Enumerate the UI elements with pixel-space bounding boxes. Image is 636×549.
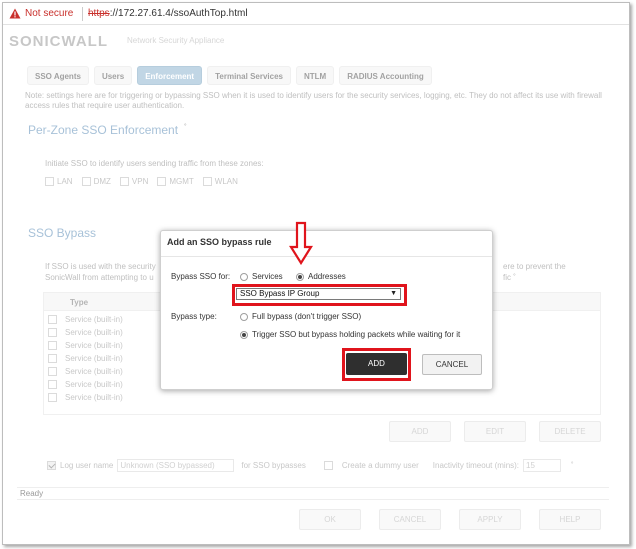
security-status[interactable]: Not secure [25, 8, 73, 19]
url-scheme: https [88, 8, 110, 19]
dialog-divider [161, 256, 492, 257]
services-radio-option[interactable]: Services [240, 272, 283, 281]
full-bypass-label: Full bypass (don't trigger SSO) [252, 312, 362, 321]
down-arrow-annotation-icon [289, 221, 313, 265]
full-bypass-radio[interactable] [240, 312, 248, 321]
warning-icon [9, 8, 21, 19]
bypass-type-label: Bypass type: [171, 312, 217, 321]
addresses-radio[interactable] [296, 272, 304, 281]
addresses-radio-option[interactable]: Addresses [296, 272, 346, 281]
dialog-add-button[interactable]: ADD [346, 353, 407, 375]
trigger-sso-option[interactable]: Trigger SSO but bypass holding packets w… [240, 330, 460, 339]
dialog-cancel-button[interactable]: CANCEL [422, 354, 482, 375]
trigger-sso-label: Trigger SSO but bypass holding packets w… [252, 330, 461, 339]
address-bar[interactable]: Not secure https://172.27.61.4/ssoAuthTo… [3, 3, 629, 25]
addresses-label: Addresses [308, 272, 346, 281]
trigger-sso-radio[interactable] [240, 330, 248, 339]
services-radio[interactable] [240, 272, 248, 281]
services-label: Services [252, 272, 283, 281]
dialog-title: Add an SSO bypass rule [167, 237, 272, 247]
full-bypass-option[interactable]: Full bypass (don't trigger SSO) [240, 312, 361, 321]
address-divider [82, 7, 83, 21]
bypass-for-label: Bypass SSO for: [171, 272, 231, 281]
select-highlight-box [232, 284, 407, 306]
url-text[interactable]: https://172.27.61.4/ssoAuthTop.html [88, 8, 248, 19]
url-path: ://172.27.61.4/ssoAuthTop.html [109, 8, 248, 19]
